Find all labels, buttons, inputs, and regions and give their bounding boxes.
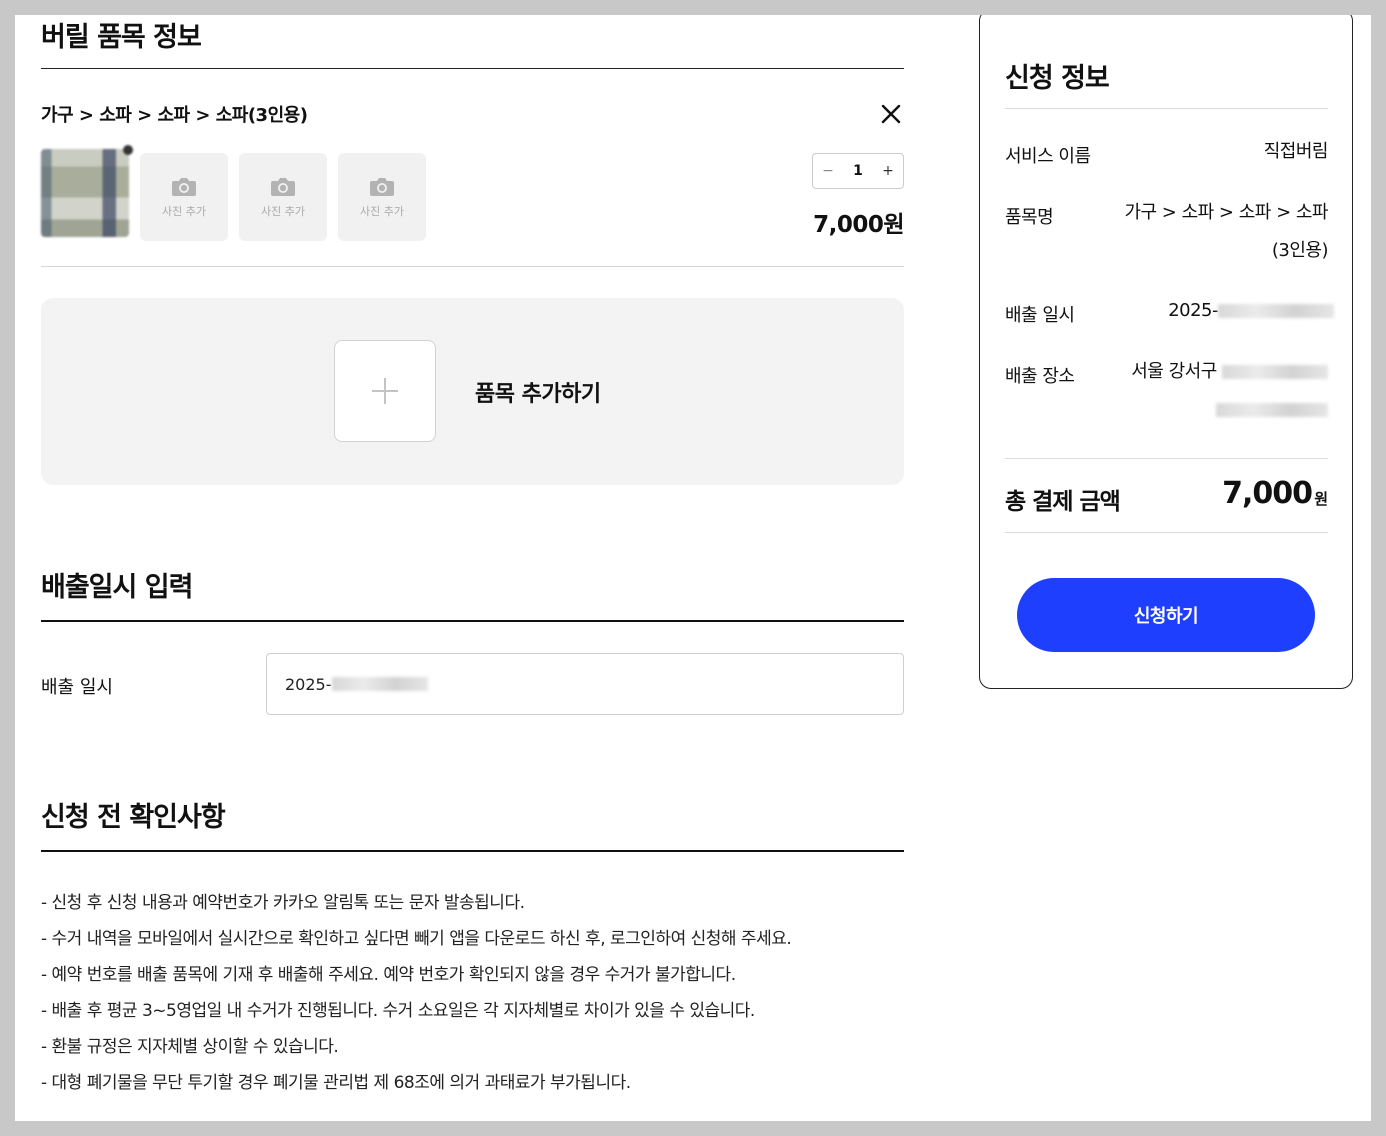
notice-item: - 대형 폐기물을 무단 투기할 경우 폐기물 관리법 제 68조에 의거 과태…	[41, 1073, 631, 1093]
item-name-line: 가구 > 소파 > 소파 > 소파	[1124, 202, 1328, 223]
item-price: 7,000원	[813, 212, 904, 238]
photo-add-label: 사진 추가	[162, 205, 206, 218]
date-label: 배출 일시	[1005, 305, 1075, 326]
redacted-text	[331, 677, 428, 691]
notice-item: - 배출 후 평균 3~5영업일 내 수거가 진행됩니다. 수거 소요일은 각 …	[41, 1001, 755, 1021]
total-label: 총 결제 금액	[1005, 489, 1121, 515]
service-label: 서비스 이름	[1005, 146, 1091, 167]
date-field-row: 배출 일시 2025-	[41, 653, 904, 715]
quantity-decrease-button[interactable]: −	[821, 163, 835, 179]
notice-list: - 신청 후 신청 내용과 예약번호가 카카오 알림톡 또는 문자 발송됩니다.…	[41, 885, 904, 1101]
divider	[1005, 458, 1328, 459]
camera-icon	[172, 178, 196, 196]
item-row-header: 가구 > 소파 > 소파 > 소파(3인용)	[41, 99, 904, 129]
plus-icon	[372, 378, 398, 404]
notice-item: - 수거 내역을 모바일에서 실시간으로 확인하고 싶다면 빼기 앱을 다운로드…	[41, 929, 792, 949]
photo-remove-badge[interactable]	[123, 145, 133, 155]
divider	[1005, 108, 1328, 109]
divider	[41, 266, 904, 267]
item-photo-thumbnail[interactable]	[41, 145, 133, 237]
photo-add-button[interactable]: 사진 추가	[140, 153, 228, 241]
apply-button[interactable]: 신청하기	[1017, 578, 1315, 652]
redacted-text	[1218, 304, 1334, 318]
divider	[1005, 532, 1328, 533]
summary-title: 신청 정보	[1005, 63, 1110, 94]
close-icon[interactable]	[878, 101, 904, 127]
notice-item: - 예약 번호를 배출 품목에 기재 후 배출해 주세요. 예약 번호가 확인되…	[41, 965, 736, 985]
notice-section-title: 신청 전 확인사항	[41, 802, 226, 833]
item-category-path: 가구 > 소파 > 소파 > 소파(3인용)	[41, 105, 308, 126]
photo-list: 사진 추가 사진 추가 사진 추가	[41, 145, 426, 241]
redacted-text	[1222, 365, 1328, 379]
photo-add-button[interactable]: 사진 추가	[338, 153, 426, 241]
quantity-increase-button[interactable]: +	[881, 163, 895, 179]
quantity-stepper: − 1 +	[812, 153, 904, 189]
quantity-value: 1	[853, 163, 863, 179]
date-input[interactable]: 2025-	[266, 653, 904, 715]
total-amount: 7,000	[1222, 476, 1313, 511]
date-input-value: 2025-	[285, 674, 332, 694]
notice-item: - 신청 후 신청 내용과 예약번호가 카카오 알림톡 또는 문자 발송됩니다.	[41, 893, 525, 913]
add-item-label[interactable]: 품목 추가하기	[475, 376, 601, 408]
service-value: 직접버림	[1263, 141, 1329, 162]
place-value-text: 서울 강서구	[1131, 361, 1217, 382]
add-item-panel: 품목 추가하기	[41, 298, 904, 485]
camera-icon	[271, 178, 295, 196]
date-field-label: 배출 일시	[41, 677, 113, 698]
redacted-text	[1216, 403, 1328, 417]
date-section-title: 배출일시 입력	[41, 572, 193, 603]
date-value-text: 2025-	[1168, 300, 1218, 321]
photo-add-label: 사진 추가	[360, 205, 404, 218]
divider	[41, 850, 904, 852]
item-name-label: 품목명	[1005, 207, 1054, 228]
total-unit: 원	[1314, 490, 1328, 508]
summary-card: 신청 정보 서비스 이름 직접버림 품목명 가구 > 소파 > 소파 > 소파 …	[979, 15, 1353, 689]
item-name-value: 가구 > 소파 > 소파 > 소파 (3인용)	[1124, 194, 1328, 270]
photo-add-label: 사진 추가	[261, 205, 305, 218]
photo-add-button[interactable]: 사진 추가	[239, 153, 327, 241]
camera-icon	[370, 178, 394, 196]
item-section-title: 버릴 품목 정보	[41, 22, 202, 53]
item-name-line: (3인용)	[1271, 240, 1329, 261]
total-row: 총 결제 금액 7,000 원	[1005, 476, 1328, 518]
add-item-button[interactable]	[334, 340, 436, 442]
date-value: 2025-	[1168, 292, 1334, 330]
place-label: 배출 장소	[1005, 366, 1075, 387]
notice-item: - 환불 규정은 지자체별 상이할 수 있습니다.	[41, 1037, 339, 1057]
place-value: 서울 강서구	[1131, 353, 1328, 429]
divider	[41, 620, 904, 622]
page: 버릴 품목 정보 가구 > 소파 > 소파 > 소파(3인용) 사진 추가 사진…	[15, 15, 1371, 1121]
divider	[41, 68, 904, 69]
